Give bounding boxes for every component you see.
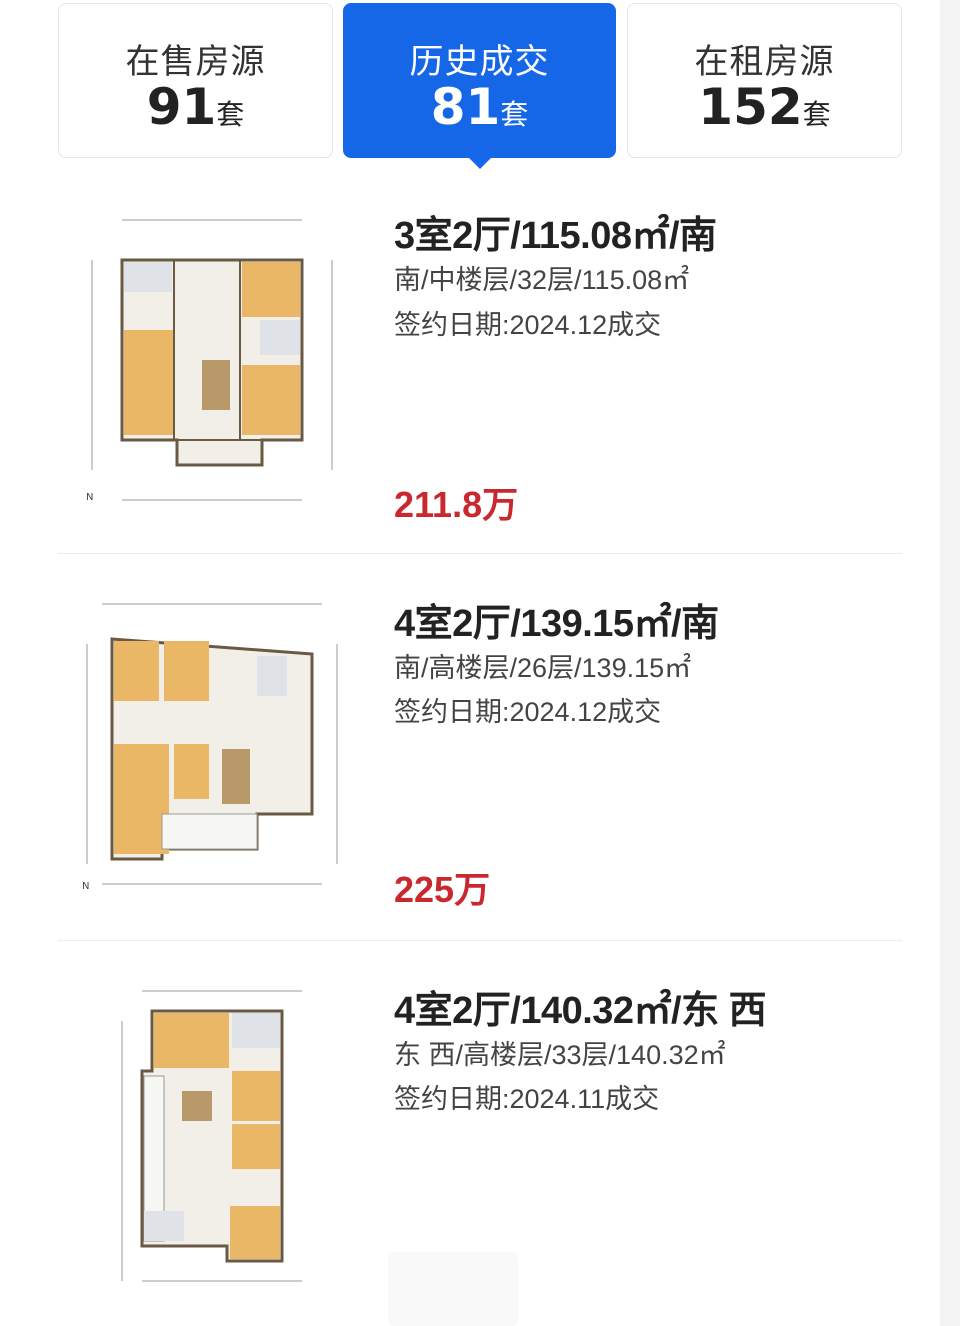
deal-listing-1[interactable]: N 3室2厅/115.08㎡/南 南/中楼层/32层/115.08㎡ 签约日期:…	[58, 170, 902, 554]
floor-plan-image	[82, 981, 342, 1296]
svg-text:N: N	[86, 492, 93, 503]
listing-title: 4室2厅/139.15㎡/南	[394, 603, 719, 645]
tab-for-sale[interactable]: 在售房源 91套	[58, 3, 333, 158]
loading-placeholder	[388, 1252, 518, 1326]
svg-text:N: N	[82, 881, 89, 892]
tab-for-sale-count: 91	[146, 78, 217, 136]
listing-sign-date: 签约日期:2024.11成交	[394, 1084, 660, 1114]
listing-price: 225万	[394, 869, 491, 910]
listing-detail: 南/中楼层/32层/115.08㎡	[394, 265, 690, 295]
floor-plan-image: N	[82, 594, 342, 904]
tab-for-rent-unit: 套	[802, 99, 831, 130]
listing-price: 211.8万	[394, 484, 519, 525]
floor-plan-icon: N	[86, 219, 333, 503]
tab-history-deals-unit: 套	[500, 99, 529, 130]
scroll-edge	[940, 0, 960, 1326]
listing-sign-date: 签约日期:2024.12成交	[394, 310, 662, 340]
tab-history-deals-label: 历史成交	[409, 43, 550, 81]
tab-for-sale-unit: 套	[216, 99, 245, 130]
floor-plan-icon	[121, 990, 302, 1282]
floor-plan-image: N	[82, 210, 342, 520]
tab-for-rent-count: 152	[698, 78, 803, 136]
tab-history-deals[interactable]: 历史成交 81套	[343, 3, 616, 169]
tab-history-deals-count: 81	[430, 78, 501, 136]
floor-plan-icon: N	[82, 603, 338, 892]
listing-detail: 东 西/高楼层/33层/140.32㎡	[394, 1040, 726, 1070]
listing-title: 3室2厅/115.08㎡/南	[394, 215, 717, 257]
listing-detail: 南/高楼层/26层/139.15㎡	[394, 653, 692, 683]
deal-listing-2[interactable]: N 4室2厅/139.15㎡/南 南/高楼层/26层/139.15㎡ 签约日期:…	[58, 554, 902, 941]
listing-sign-date: 签约日期:2024.12成交	[394, 697, 662, 727]
listing-title: 4室2厅/140.32㎡/东 西	[394, 990, 767, 1032]
tab-for-sale-label: 在售房源	[125, 43, 266, 81]
tab-for-rent-label: 在租房源	[694, 43, 835, 81]
tab-for-rent[interactable]: 在租房源 152套	[627, 3, 902, 158]
listing-tabs: 在售房源 91套 历史成交 81套 在租房源 152套	[58, 3, 902, 169]
